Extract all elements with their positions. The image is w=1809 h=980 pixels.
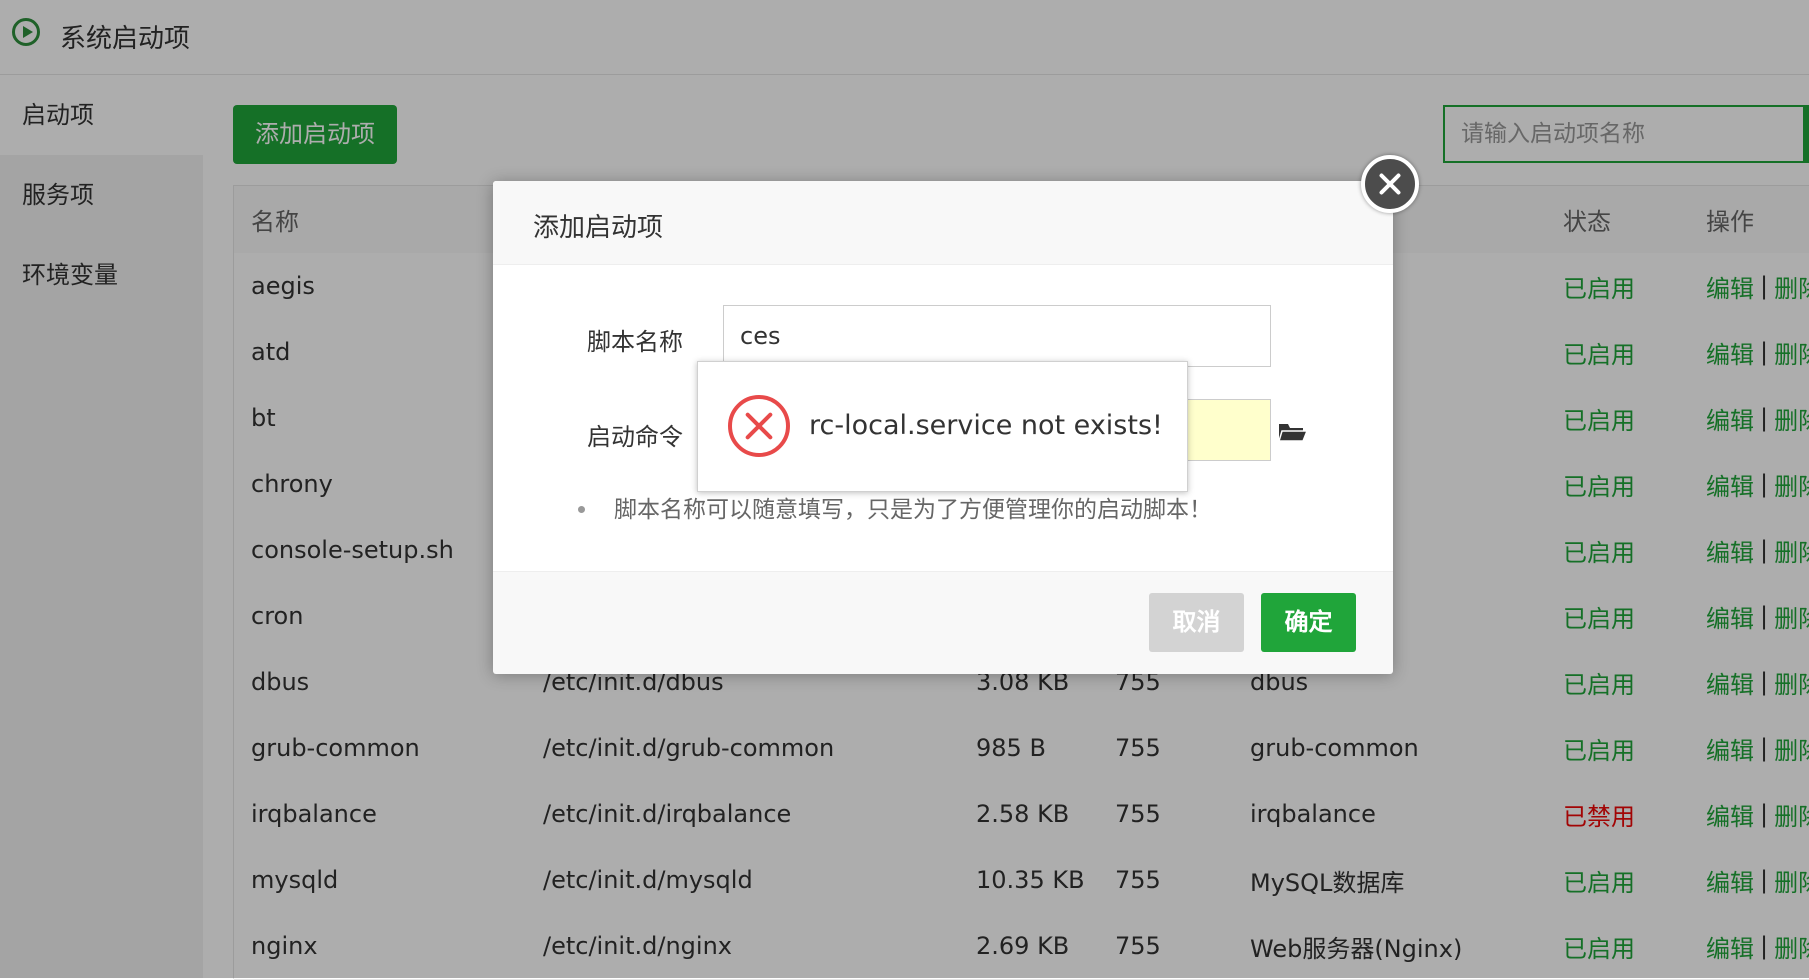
script-name-label: 脚本名称 bbox=[587, 328, 683, 356]
close-icon[interactable] bbox=[1361, 155, 1419, 213]
error-icon bbox=[728, 395, 790, 457]
tip-text: 脚本名称可以随意填写，只是为了方便管理你的启动脚本！ bbox=[614, 497, 1212, 523]
folder-open-icon[interactable] bbox=[1278, 421, 1308, 443]
script-name-input[interactable]: ces bbox=[723, 305, 1271, 367]
confirm-button[interactable]: 确定 bbox=[1261, 593, 1356, 652]
dialog-header: 添加启动项 bbox=[493, 181, 1393, 265]
cancel-button[interactable]: 取消 bbox=[1149, 593, 1244, 652]
dialog-title: 添加启动项 bbox=[533, 213, 664, 243]
tip-bullet bbox=[578, 506, 585, 513]
toast-message: rc-local.service not exists! bbox=[809, 410, 1163, 441]
dialog-footer: 取消 确定 bbox=[493, 571, 1393, 674]
start-command-label: 启动命令 bbox=[587, 423, 683, 451]
error-toast: rc-local.service not exists! bbox=[697, 361, 1188, 492]
